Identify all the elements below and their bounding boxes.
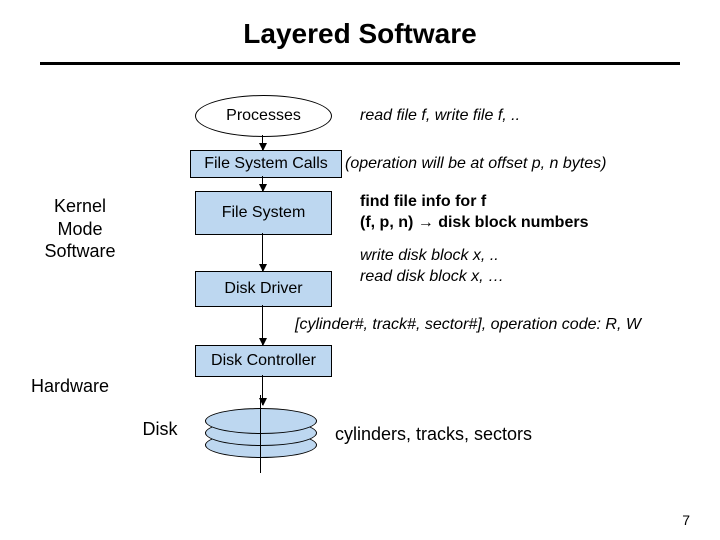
disk-spindle	[260, 395, 261, 473]
layer-disk-controller: Disk Controller	[195, 345, 332, 377]
arrow-fs-to-driver	[262, 233, 263, 271]
label-hardware: Hardware	[25, 375, 115, 398]
note-cts: cylinders, tracks, sectors	[335, 423, 532, 446]
note-chs: [cylinder#, track#, sector#], operation …	[295, 315, 641, 336]
note-rw-file: read file f, write file f, ..	[360, 106, 520, 127]
layer-disk-driver: Disk Driver	[195, 271, 332, 307]
arrow-driver-to-controller	[262, 305, 263, 345]
arrow-fscalls-to-fs	[262, 176, 263, 191]
note-block-rw: write disk block x, .. read disk block x…	[360, 246, 504, 288]
layer-processes: Processes	[195, 95, 332, 137]
label-disk: Disk	[130, 418, 190, 441]
arrow-controller-to-disk	[262, 375, 263, 405]
note-operation: (operation will be at offset p, n bytes)	[345, 154, 606, 175]
page-title: Layered Software	[0, 18, 720, 50]
label-kernel-mode: Kernel Mode Software	[35, 195, 125, 263]
arrow-proc-to-fscalls	[262, 135, 263, 150]
layer-fs-calls: File System Calls	[190, 150, 342, 178]
note-find-file: find file info for f (f, p, n) → disk bl…	[360, 192, 588, 234]
disk-platter-1	[205, 408, 317, 434]
layer-fs: File System	[195, 191, 332, 235]
page-number: 7	[682, 512, 690, 528]
title-rule	[40, 62, 680, 65]
